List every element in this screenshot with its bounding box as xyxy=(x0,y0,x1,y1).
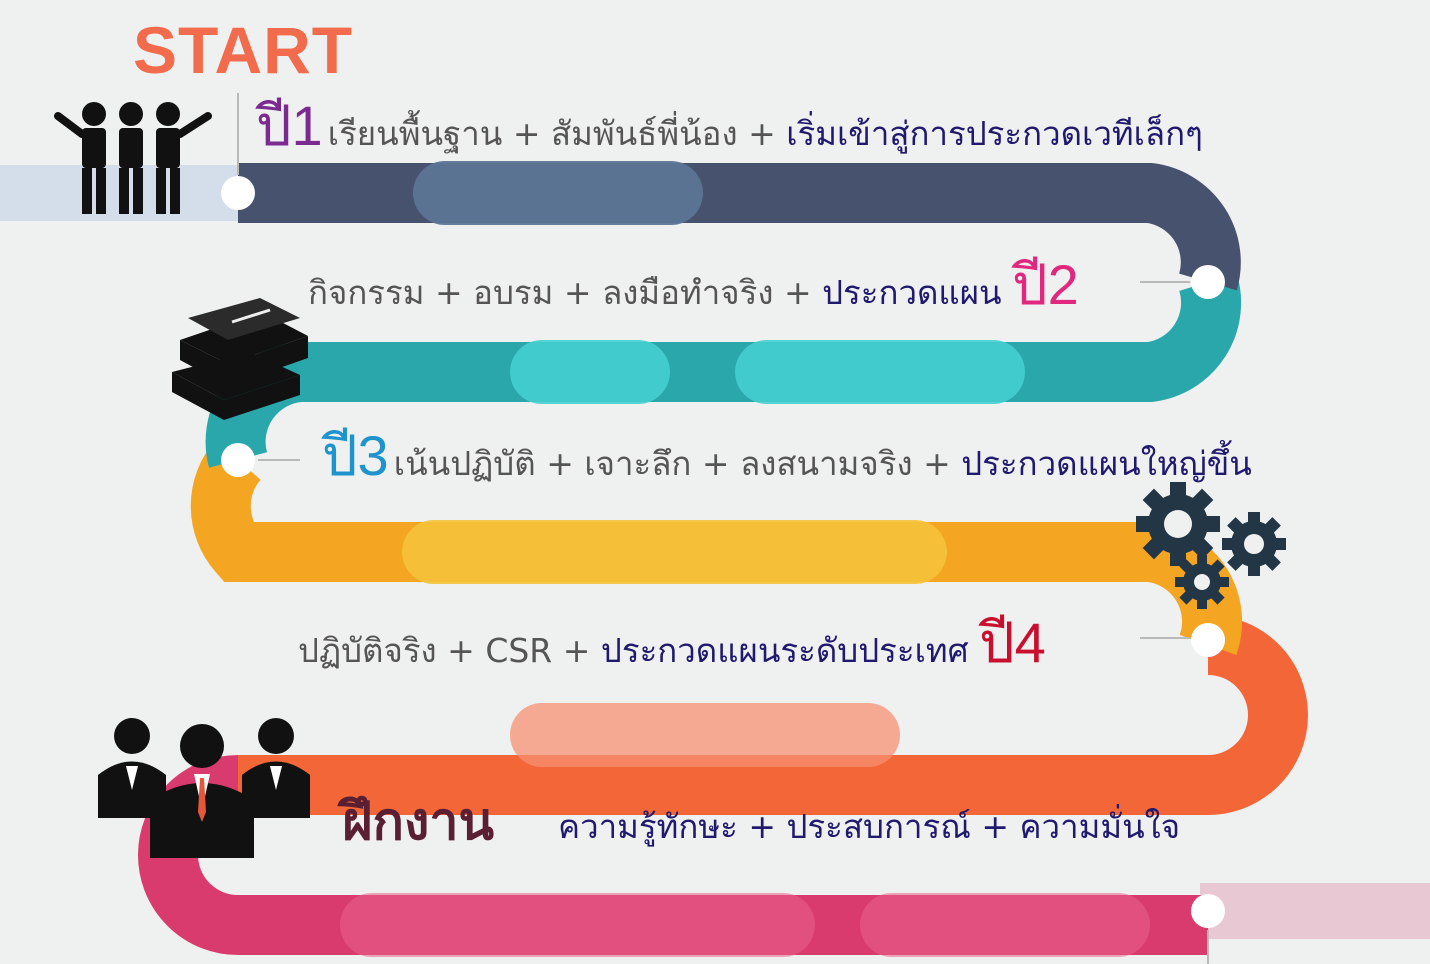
separator: + xyxy=(701,444,730,483)
road-highlight xyxy=(860,893,1150,957)
separator: + xyxy=(981,807,1009,846)
start-label: START xyxy=(133,13,354,87)
road-highlight xyxy=(402,520,947,584)
highlight-text: ประกวดแผนระดับประเทศ xyxy=(600,631,969,670)
milestone-description: เน้นปฏิบัติ + เจาะลึก + ลงสนามจริง + ประ… xyxy=(394,444,1252,483)
item-text: ลงสนามจริง xyxy=(740,444,913,483)
milestone-description: เรียนพื้นฐาน + สัมพันธ์พี่น้อง + เริ่มเข… xyxy=(328,114,1203,153)
internship-description: ความรู้ทักษะ + ประสบการณ์ + ความมั่นใจ xyxy=(558,810,1180,843)
internship-title: ฝึกงาน xyxy=(342,792,495,852)
road-highlight xyxy=(510,703,900,767)
milestone-year-3: ปี3 เน้นปฏิบัติ + เจาะลึก + ลงสนามจริง +… xyxy=(322,428,1252,484)
separator: + xyxy=(435,273,463,312)
road-highlight xyxy=(413,161,703,225)
separator: + xyxy=(546,444,574,483)
road-highlight xyxy=(510,340,670,404)
separator: + xyxy=(748,114,776,153)
year-label: ปี2 xyxy=(1012,253,1079,316)
milestone-dot xyxy=(221,176,255,210)
milestone-description: ความรู้ทักษะ + ประสบการณ์ + ความมั่นใจ xyxy=(558,807,1180,846)
item-text: ความรู้ทักษะ xyxy=(558,807,738,846)
highlight-text: ประกวดแผน xyxy=(822,273,1002,312)
separator: + xyxy=(748,807,776,846)
item-text: เรียนพื้นฐาน xyxy=(327,114,503,153)
item-text: กิจกรรม xyxy=(308,273,425,312)
separator: + xyxy=(783,273,812,312)
milestone-dot xyxy=(221,443,255,477)
year-label: ปี4 xyxy=(979,611,1046,674)
roadmap-infographic: START ปี1 เรียนพื้นฐาน + สัมพันธ์พี่น้อง… xyxy=(0,0,1430,964)
item-text: ปฏิบัติจริง xyxy=(298,631,437,670)
business-team-icon xyxy=(98,718,310,858)
separator: + xyxy=(563,273,592,312)
item-text: ประสบการณ์ xyxy=(786,807,971,846)
milestone-dot xyxy=(1191,623,1225,657)
milestone-year-4: ปฏิบัติจริง + CSR + ประกวดแผนระดับประเทศ… xyxy=(298,615,1046,671)
year-label: ปี3 xyxy=(322,424,389,487)
milestone-description: กิจกรรม + อบรม + ลงมือทำจริง + ประกวดแผน xyxy=(308,273,1012,312)
milestone-dot xyxy=(1191,894,1225,928)
item-text: เจาะลึก xyxy=(584,444,692,483)
item-text: CSR xyxy=(485,631,553,670)
item-text: เน้นปฏิบัติ xyxy=(393,444,536,483)
separator: + xyxy=(923,444,951,483)
item-text: อบรม xyxy=(473,273,554,312)
highlight-text: ประกวดแผนใหญ่ขึ้น xyxy=(961,444,1252,483)
milestone-year-2: กิจกรรม + อบรม + ลงมือทำจริง + ประกวดแผน… xyxy=(308,257,1079,313)
item-text: ลงมือทำจริง xyxy=(602,273,774,312)
milestone-year-1: ปี1 เรียนพื้นฐาน + สัมพันธ์พี่น้อง + เริ… xyxy=(256,98,1203,154)
item-text: ความมั่นใจ xyxy=(1019,807,1181,846)
milestone-dot xyxy=(1191,265,1225,299)
separator: + xyxy=(512,114,541,153)
road-highlight xyxy=(735,340,1025,404)
separator: + xyxy=(447,631,475,670)
highlight-text: เริ่มเข้าสู่การประกวดเวทีเล็กๆ xyxy=(786,114,1203,153)
separator: + xyxy=(562,631,591,670)
item-text: สัมพันธ์พี่น้อง xyxy=(550,114,738,153)
year-label: ปี1 xyxy=(256,94,323,157)
road-highlight xyxy=(340,893,815,957)
milestone-description: ปฏิบัติจริง + CSR + ประกวดแผนระดับประเทศ xyxy=(298,631,979,670)
end-bar xyxy=(1200,883,1430,939)
gears-icon xyxy=(1136,482,1286,609)
